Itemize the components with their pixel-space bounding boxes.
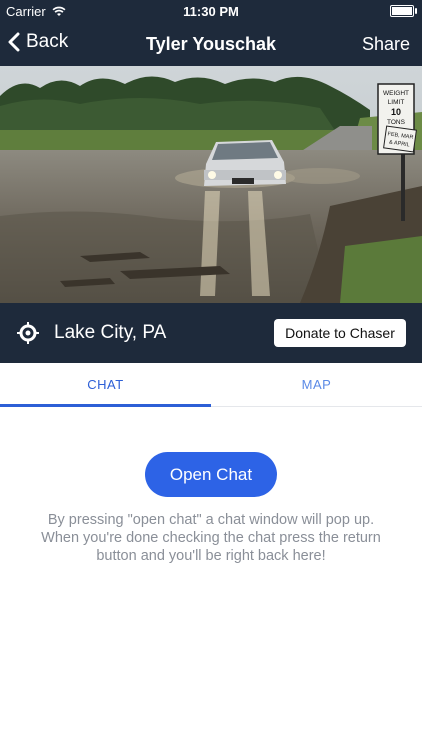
page-title: Tyler Youschak — [145, 34, 277, 54]
status-bar: Carrier 11:30 PM — [0, 0, 422, 22]
info-line-3: button and you'll be right back here! — [96, 548, 326, 564]
tab-chat[interactable]: CHAT — [0, 363, 211, 406]
open-chat-button[interactable]: Open Chat — [145, 452, 277, 497]
chat-panel: Open Chat By pressing "open chat" a chat… — [0, 407, 422, 750]
location-name: Lake City, PA — [54, 322, 167, 343]
sign-line-2: LIMIT — [388, 99, 405, 106]
status-time: 11:30 PM — [183, 4, 239, 19]
hero-photo: WEIGHT LIMIT 10 TONS FEB, MAR & APRIL — [0, 66, 422, 303]
location-bar: Lake City, PA Donate to Chaser — [0, 303, 422, 363]
sign-line-3: 10 — [391, 107, 401, 117]
sign-line-1: WEIGHT — [383, 90, 409, 97]
share-button[interactable]: Share — [362, 34, 410, 55]
donate-button[interactable]: Donate to Chaser — [274, 319, 406, 347]
info-line-2: When you're done checking the chat press… — [41, 530, 381, 546]
tab-bar: CHAT MAP — [0, 363, 422, 407]
info-line-1: By pressing "open chat" a chat window wi… — [47, 512, 375, 528]
crosshair-icon — [17, 322, 39, 344]
sign-line-4: TONS — [387, 119, 406, 126]
tab-map[interactable]: MAP — [211, 363, 422, 406]
navigation-bar: Back Tyler Youschak Share — [0, 22, 422, 66]
battery-icon — [390, 5, 417, 17]
chat-info-text: By pressing "open chat" a chat window wi… — [24, 511, 398, 565]
flooded-road-image: WEIGHT LIMIT 10 TONS FEB, MAR & APRIL — [0, 66, 422, 303]
